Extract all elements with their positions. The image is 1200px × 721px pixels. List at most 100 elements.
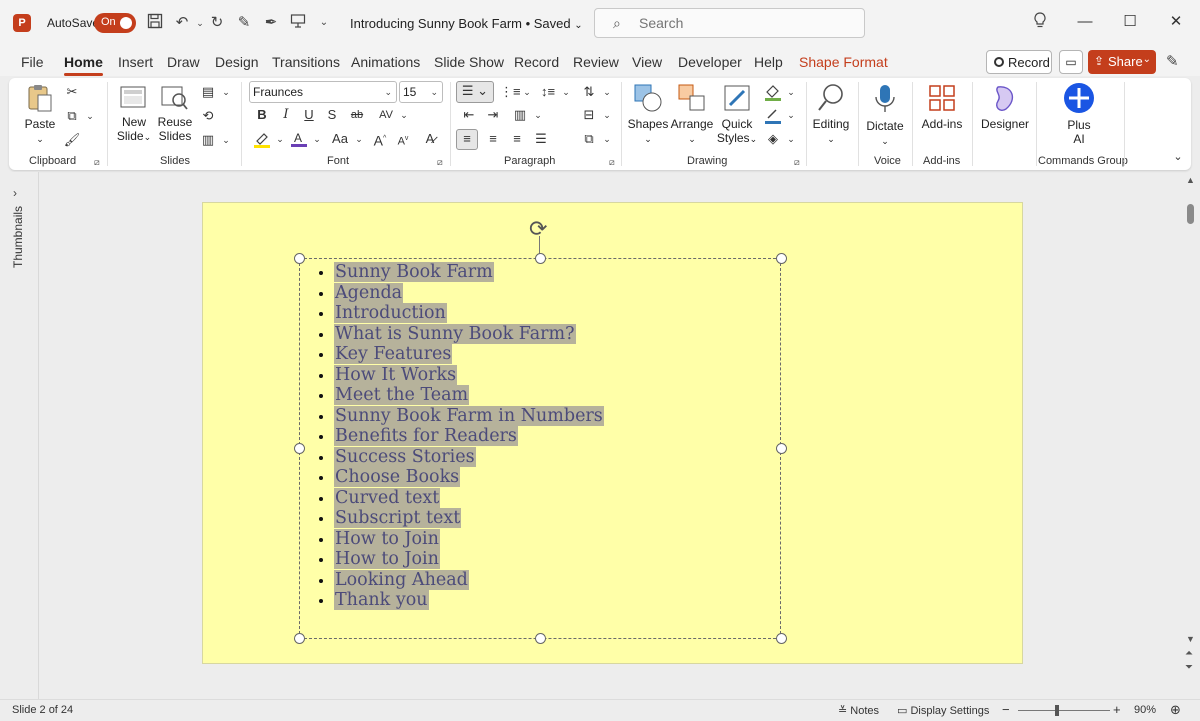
scroll-thumb[interactable] xyxy=(1187,204,1194,224)
bullet-item[interactable]: Thank you xyxy=(334,590,604,611)
bullets-button[interactable]: ☰ ⌄ xyxy=(456,81,494,103)
quick-styles-button[interactable]: Quick Styles⌄ xyxy=(715,83,759,145)
drawing-launcher-icon[interactable]: ⧄ xyxy=(794,157,800,168)
tab-insert[interactable]: Insert xyxy=(118,54,153,70)
zoom-level[interactable]: 90% xyxy=(1134,704,1156,716)
font-color-icon[interactable]: A xyxy=(290,130,308,148)
undo-icon[interactable]: ↶ xyxy=(172,13,192,33)
font-family-select[interactable]: Fraunces ⌄ xyxy=(249,81,397,103)
align-left-button[interactable]: ≡ xyxy=(456,129,478,150)
tab-design[interactable]: Design xyxy=(215,54,259,70)
zoom-out-icon[interactable]: − xyxy=(1002,702,1010,717)
bullet-item[interactable]: Success Stories xyxy=(334,446,604,468)
bullet-list[interactable]: Sunny Book FarmAgendaIntroductionWhat is… xyxy=(308,262,604,611)
align-text-dropdown-icon[interactable]: ⌄ xyxy=(598,106,616,124)
line-spacing-icon[interactable]: ↕≡ xyxy=(539,83,557,101)
section-dropdown-icon[interactable]: ⌄ xyxy=(217,131,235,149)
resize-handle-right[interactable] xyxy=(776,443,787,454)
bullet-item[interactable]: Choose Books xyxy=(334,467,604,488)
bullet-item[interactable]: Benefits for Readers xyxy=(334,426,604,447)
align-center-icon[interactable]: ≡ xyxy=(484,130,502,148)
columns-dropdown-icon[interactable]: ⌄ xyxy=(529,106,547,124)
next-slide-icon[interactable]: ⏷ xyxy=(1185,662,1193,673)
underline-button[interactable]: U xyxy=(300,106,318,124)
magic-wand-icon[interactable]: ✎ xyxy=(234,13,254,33)
tab-home[interactable]: Home xyxy=(64,54,103,76)
slide-canvas[interactable]: ⟳ Sunny Book FarmAgendaIntroductionWhat … xyxy=(202,202,1023,664)
justify-icon[interactable]: ☰ xyxy=(532,130,550,148)
shape-effects-icon[interactable]: ◈ xyxy=(764,130,782,148)
bullet-item[interactable]: How to Join xyxy=(334,528,604,550)
shapes-button[interactable]: Shapes ⌄ xyxy=(627,83,669,145)
bullet-item[interactable]: Subscript text xyxy=(334,508,604,529)
spacing-dropdown-icon[interactable]: ⌄ xyxy=(395,106,413,124)
grow-font-button[interactable]: A^ xyxy=(371,130,389,149)
bullet-item[interactable]: Sunny Book Farm xyxy=(334,262,604,283)
italic-button[interactable]: I xyxy=(277,106,295,124)
shrink-font-button[interactable]: Av xyxy=(394,130,412,148)
shape-fill-icon[interactable] xyxy=(764,83,782,101)
bold-button[interactable]: B xyxy=(253,106,271,124)
font-launcher-icon[interactable]: ⧄ xyxy=(437,157,443,168)
arrange-button[interactable]: Arrange ⌄ xyxy=(670,83,714,145)
change-case-dropdown-icon[interactable]: ⌄ xyxy=(350,130,368,148)
bullet-item[interactable]: How to Join xyxy=(334,549,604,570)
record-button[interactable]: Record xyxy=(986,50,1052,74)
format-painter-icon[interactable]: 🖌 xyxy=(63,131,81,149)
align-right-icon[interactable]: ≡ xyxy=(508,130,526,148)
bullet-item[interactable]: Key Features xyxy=(334,344,604,365)
tab-view[interactable]: View xyxy=(632,54,662,70)
tab-draw[interactable]: Draw xyxy=(167,54,200,70)
document-title[interactable]: Introducing Sunny Book Farm • Saved ⌄ xyxy=(350,16,583,31)
maximize-icon[interactable]: ☐ xyxy=(1120,12,1140,32)
scroll-up-icon[interactable]: ▲ xyxy=(1186,175,1195,185)
bullet-item[interactable]: Looking Ahead xyxy=(334,569,604,591)
bullet-item[interactable]: Meet the Team xyxy=(334,385,604,406)
layout-dropdown-icon[interactable]: ⌄ xyxy=(217,83,235,101)
zoom-slider-thumb[interactable] xyxy=(1054,705,1059,716)
resize-handle-bottom-left[interactable] xyxy=(294,633,305,644)
shape-effects-dropdown-icon[interactable]: ⌄ xyxy=(782,130,800,148)
highlight-dropdown-icon[interactable]: ⌄ xyxy=(271,130,289,148)
tab-review[interactable]: Review xyxy=(573,54,619,70)
reuse-slides-button[interactable]: Reuse Slides xyxy=(157,83,193,143)
bullet-item[interactable]: How It Works xyxy=(334,364,604,386)
minimize-icon[interactable]: — xyxy=(1075,12,1095,32)
new-slide-button[interactable]: New Slide⌄ xyxy=(113,83,155,143)
tab-file[interactable]: File xyxy=(21,54,44,70)
designer-button[interactable]: Designer xyxy=(977,83,1033,131)
previous-slide-icon[interactable]: ⏶ xyxy=(1185,648,1193,659)
numbering-dropdown-icon[interactable]: ⌄ xyxy=(518,83,536,101)
cut-icon[interactable]: ✂ xyxy=(63,83,81,101)
draw-pen-icon[interactable]: ✒ xyxy=(261,13,281,33)
text-direction-icon[interactable]: ⇅ xyxy=(580,83,598,101)
bullet-item[interactable]: Introduction xyxy=(334,303,604,324)
increase-indent-icon[interactable]: ⇥ xyxy=(484,106,502,124)
tab-developer[interactable]: Developer xyxy=(678,54,742,70)
font-color-dropdown-icon[interactable]: ⌄ xyxy=(308,130,326,148)
text-shadow-button[interactable]: S xyxy=(323,106,341,124)
character-spacing-button[interactable]: AV xyxy=(375,106,397,124)
tab-record[interactable]: Record xyxy=(514,54,559,70)
scroll-down-icon[interactable]: ▼ xyxy=(1186,634,1195,644)
dictate-button[interactable]: Dictate ⌄ xyxy=(863,83,907,147)
search-box[interactable]: ⌕ xyxy=(594,8,865,38)
shape-fill-dropdown-icon[interactable]: ⌄ xyxy=(782,83,800,101)
smartart-icon[interactable]: ⧉ xyxy=(580,130,598,148)
paragraph-launcher-icon[interactable]: ⧄ xyxy=(609,157,615,168)
copy-icon[interactable]: ⧉ xyxy=(63,107,81,125)
autosave-toggle[interactable]: On xyxy=(94,13,136,33)
comments-button[interactable]: ▭ xyxy=(1059,50,1083,74)
resize-handle-left[interactable] xyxy=(294,443,305,454)
shape-outline-icon[interactable] xyxy=(764,106,782,124)
reset-icon[interactable]: ⟲ xyxy=(199,107,217,125)
feedback-pen-icon[interactable]: ✎ xyxy=(1166,52,1179,70)
close-icon[interactable]: ✕ xyxy=(1166,12,1186,32)
font-size-select[interactable]: 15 ⌄ xyxy=(399,81,443,103)
line-spacing-dropdown-icon[interactable]: ⌄ xyxy=(557,83,575,101)
fit-to-window-icon[interactable]: ⊕ xyxy=(1170,702,1181,718)
zoom-slider-track[interactable] xyxy=(1018,710,1110,711)
resize-handle-bottom-right[interactable] xyxy=(776,633,787,644)
align-text-icon[interactable]: ⊟ xyxy=(580,106,598,124)
shape-outline-dropdown-icon[interactable]: ⌄ xyxy=(782,106,800,124)
